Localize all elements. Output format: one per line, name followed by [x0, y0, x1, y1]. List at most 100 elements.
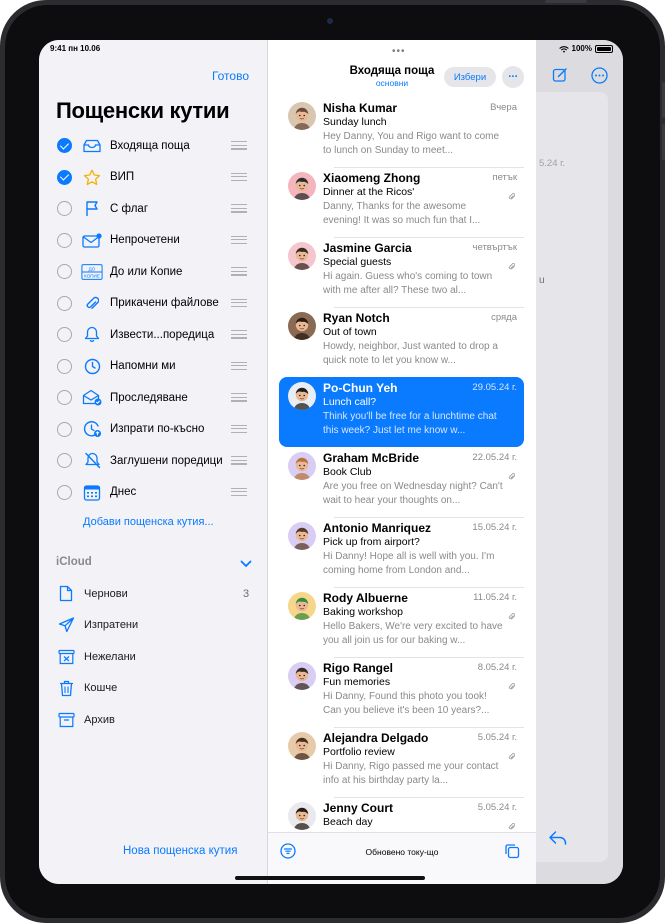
- mailbox-row[interactable]: ДО КОПИЕ До или Копие: [39, 256, 268, 287]
- mailbox-row[interactable]: Непрочетени: [39, 225, 268, 256]
- mailbox-row[interactable]: ВИП: [39, 162, 268, 193]
- unchecked-circle-icon[interactable]: [57, 264, 72, 279]
- mailbox-label: Проследяване: [110, 391, 188, 404]
- filter-icon[interactable]: [280, 843, 296, 864]
- select-button[interactable]: Избери: [444, 67, 496, 87]
- multitasking-handle[interactable]: •••: [392, 46, 406, 57]
- message-row[interactable]: Jasmine Garcia четвъртък Special guests Hi …: [279, 237, 524, 307]
- icloud-mailbox-row[interactable]: Кошче: [39, 673, 268, 704]
- message-row[interactable]: Antonio Manriquez 15.05.24 г. Pick up from…: [279, 517, 524, 587]
- icloud-mailbox-row[interactable]: Архив: [39, 704, 268, 735]
- mailbox-label: Днес: [110, 486, 137, 498]
- reorder-handle-icon[interactable]: [231, 298, 247, 308]
- avatar: [288, 592, 316, 620]
- avatar: [288, 732, 316, 760]
- reorder-handle-icon[interactable]: [231, 393, 247, 402]
- mailbox-row[interactable]: Заглушени поредици: [39, 445, 268, 476]
- more-options-button[interactable]: ···: [502, 66, 524, 88]
- message-subject: Fun memories: [323, 676, 391, 688]
- svg-text:ДО: ДО: [89, 266, 96, 271]
- unread-envelope-icon: [81, 231, 103, 249]
- unchecked-circle-icon[interactable]: [57, 295, 72, 311]
- unchecked-circle-icon[interactable]: [57, 201, 72, 216]
- mailbox-row[interactable]: С флаг: [39, 193, 268, 224]
- unchecked-circle-icon[interactable]: [57, 484, 72, 500]
- checked-circle-icon[interactable]: [57, 169, 72, 185]
- reply-icon[interactable]: [548, 830, 568, 851]
- icloud-mailbox-row[interactable]: Нежелани: [39, 641, 268, 672]
- reorder-handle-icon[interactable]: [231, 456, 247, 465]
- mailbox-label: Прикачени файлове: [110, 297, 219, 309]
- message-row[interactable]: Xiaomeng Zhong петък Dinner at the Ricos' D…: [279, 167, 524, 237]
- compose-icon[interactable]: [552, 67, 568, 88]
- unchecked-circle-icon[interactable]: [57, 327, 72, 342]
- to-cc-icon: ДО КОПИЕ: [81, 263, 103, 281]
- reorder-handle-icon[interactable]: [231, 141, 247, 150]
- message-row[interactable]: Alejandra Delgado 5.05.24 г. Portfolio rev…: [279, 727, 524, 797]
- mailbox-row[interactable]: Прикачени файлове: [39, 288, 268, 319]
- detail-more-icon[interactable]: [591, 67, 608, 89]
- checked-circle-icon[interactable]: [57, 138, 72, 153]
- list-filter-subtitle[interactable]: основни: [328, 78, 456, 88]
- new-mailbox-button[interactable]: Нова пощенска кутия: [123, 845, 237, 857]
- reorder-handle-icon[interactable]: [231, 361, 247, 371]
- message-row[interactable]: Nisha Kumar Вчера Sunday lunch Hey Danny, Y…: [279, 97, 524, 167]
- done-button[interactable]: Готово: [212, 69, 249, 83]
- chevron-down-icon[interactable]: [240, 555, 252, 573]
- unchecked-circle-icon[interactable]: [57, 390, 72, 405]
- trash-icon: [56, 679, 76, 697]
- reorder-handle-icon[interactable]: [231, 330, 247, 339]
- icloud-mailbox-row[interactable]: Изпратени: [39, 610, 268, 641]
- mailbox-label: С флаг: [110, 202, 149, 215]
- reorder-handle-icon[interactable]: [231, 424, 247, 434]
- message-row[interactable]: Graham McBride 22.05.24 г. Book Club Are yo…: [279, 447, 524, 517]
- message-row[interactable]: Rigo Rangel 8.05.24 г. Fun memories Hi Dann…: [279, 657, 524, 727]
- sender-name: Nisha Kumar: [323, 101, 398, 115]
- detail-text: u: [539, 275, 545, 286]
- icloud-mailbox-label: Архив: [84, 713, 115, 726]
- reorder-handle-icon[interactable]: [231, 204, 247, 213]
- muted-bell-icon: [81, 452, 103, 470]
- unchecked-circle-icon[interactable]: [57, 358, 72, 374]
- sender-name: Alejandra Delgado: [323, 731, 429, 745]
- icloud-mailbox-row[interactable]: Чернови 3: [39, 578, 268, 609]
- message-list-panel: ••• Входяща поща основни Избери ··· Nish…: [268, 40, 536, 884]
- bell-icon: [81, 326, 103, 344]
- icloud-section-header[interactable]: iCloud: [56, 556, 92, 568]
- unchecked-circle-icon[interactable]: [57, 453, 72, 468]
- message-row[interactable]: Rody Albuerne 11.05.24 г. Baking workshop H…: [279, 587, 524, 657]
- mailbox-label: Непрочетени: [110, 234, 180, 246]
- sender-name: Rody Albuerne: [323, 591, 408, 605]
- message-detail-panel: 100% 5.24 г. u: [536, 40, 623, 884]
- follow-up-envelope-icon: [81, 389, 103, 407]
- mailbox-row[interactable]: Проследяване: [39, 382, 268, 413]
- home-indicator[interactable]: [235, 876, 425, 880]
- message-row[interactable]: Po-Chun Yeh 29.05.24 г. Lunch call? Think y…: [279, 377, 524, 447]
- mailbox-row[interactable]: Извести...поредица: [39, 319, 268, 350]
- unread-count: 3: [243, 587, 250, 600]
- message-stack-icon[interactable]: [504, 843, 520, 864]
- attachment-icon: [508, 678, 516, 690]
- mailbox-row[interactable]: Напомни ми: [39, 351, 268, 382]
- mailbox-label: До или Копие: [110, 265, 183, 278]
- sender-name: Graham McBride: [323, 451, 420, 465]
- reorder-handle-icon[interactable]: [231, 487, 247, 497]
- attachment-icon: [508, 468, 516, 480]
- reorder-handle-icon[interactable]: [231, 235, 247, 245]
- unchecked-circle-icon[interactable]: [57, 421, 72, 437]
- mailbox-row[interactable]: Изпрати по-късно: [39, 414, 268, 445]
- sender-name: Antonio Manriquez: [323, 521, 431, 535]
- message-preview: Hey Danny, You and Rigo want to come to …: [323, 131, 500, 156]
- mailbox-row[interactable]: Входяща поща: [39, 130, 268, 161]
- junk-box-icon: [56, 648, 76, 666]
- unchecked-circle-icon[interactable]: [57, 232, 72, 248]
- avatar: [288, 242, 316, 270]
- reorder-handle-icon[interactable]: [231, 172, 247, 182]
- reorder-handle-icon[interactable]: [231, 267, 247, 276]
- sidebar-title: Пощенски кутии: [56, 98, 230, 123]
- mailbox-row[interactable]: Днес: [39, 477, 268, 508]
- sender-name: Rigo Rangel: [323, 661, 394, 675]
- message-row[interactable]: Ryan Notch сряда Out of town Howdy, neighbo…: [279, 307, 524, 377]
- add-mailbox-link[interactable]: Добави пощенска кутия...: [83, 516, 214, 528]
- status-time-date: 9:41 пн 10.06: [50, 44, 101, 53]
